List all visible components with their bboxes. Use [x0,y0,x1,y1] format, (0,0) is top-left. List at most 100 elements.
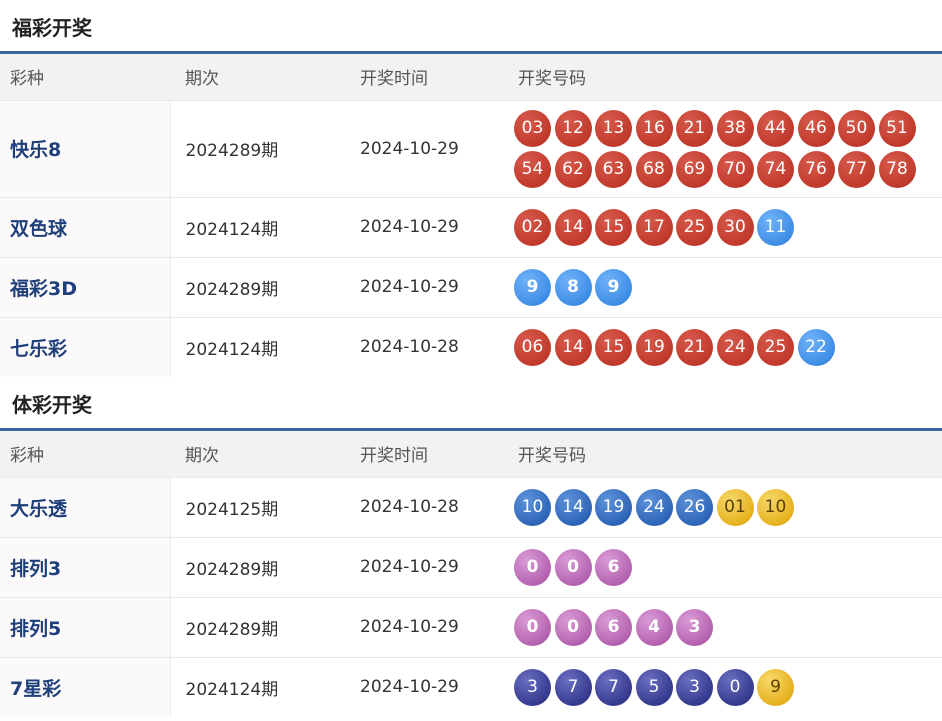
number-ball: 19 [635,328,673,366]
draw-date: 2024-10-29 [345,536,503,597]
number-ball: 25 [757,328,794,366]
number-ball: 15 [595,208,632,246]
number-ball: 74 [757,150,794,188]
lottery-name-link[interactable]: 排列5 [0,596,171,657]
number-ball: 21 [676,109,713,147]
number-ball: 24 [716,328,754,366]
draw-period: 2024289期 [170,256,345,317]
number-ball: 26 [676,488,713,526]
winning-numbers: 02 14 15 17 25 30 11 [503,196,942,257]
ticai-table: 彩种 期次 开奖时间 开奖号码 大乐透 2024125期 2024-10-28 10 1… [0,431,942,717]
number-ball: 6 [595,608,632,646]
number-balls: 989 [514,267,942,308]
ticai-section: 体彩开奖 彩种 期次 开奖时间 开奖号码 大乐透 2024125期 2024-10-… [0,377,942,717]
number-ball: 76 [797,150,835,188]
lottery-name-link[interactable]: 双色球 [0,196,171,257]
number-balls: 006 [514,547,942,588]
header-lottery-type: 彩种 [0,431,170,477]
number-ball: 19 [595,488,632,526]
number-ball: 12 [554,109,592,147]
number-ball: 16 [635,109,673,147]
number-ball: 25 [676,208,713,246]
number-balls: 3775309 [514,667,942,708]
lottery-name-link[interactable]: 7星彩 [0,656,171,717]
number-ball: 8 [554,268,592,306]
number-ball: 51 [878,109,916,147]
draw-date: 2024-10-29 [345,99,503,197]
number-ball: 3 [514,668,551,706]
lottery-name-link[interactable]: 福彩3D [0,256,171,317]
number-ball: 11 [757,208,794,246]
number-ball: 5 [635,668,673,706]
number-ball: 17 [635,208,673,246]
number-ball: 14 [554,208,592,246]
table-row: 福彩3D 2024289期 2024-10-29 9 8 9 [0,256,942,317]
lottery-name-link[interactable]: 快乐8 [0,99,171,197]
lottery-name-link[interactable]: 七乐彩 [0,316,171,377]
number-balls: 06 14 15 19 21 24 25 22 [514,327,942,368]
number-balls: 02 14 15 17 25 30 11 [514,207,942,248]
number-ball: 30 [716,208,754,246]
number-balls: 10 14 19 24 26 01 10 [514,487,942,528]
number-ball: 10 [757,488,794,526]
winning-numbers: 06 14 15 19 21 24 25 22 [503,316,942,377]
table-row: 七乐彩 2024124期 2024-10-28 06 14 15 19 21 24 25 22 [0,316,942,377]
number-ball: 46 [797,109,835,147]
table-row: 双色球 2024124期 2024-10-29 02 14 15 17 25 30 11 [0,196,942,257]
number-ball: 70 [716,150,754,188]
winning-numbers: 10 14 19 24 26 01 10 [503,476,942,537]
draw-date: 2024-10-29 [345,256,503,317]
lottery-name-link[interactable]: 大乐透 [0,476,171,537]
number-ball: 22 [797,328,835,366]
number-ball: 13 [595,109,632,147]
table-row: 快乐8 2024289期 2024-10-29 03 12 13 16 21 38 44 46 50 5… [0,99,942,197]
number-ball: 03 [514,109,551,147]
header-lottery-type: 彩种 [0,54,170,100]
number-ball: 7 [595,668,632,706]
header-numbers: 开奖号码 [503,54,942,100]
table-row: 大乐透 2024125期 2024-10-28 10 14 19 24 26 01 10 [0,476,942,537]
number-ball: 68 [635,150,673,188]
draw-period: 2024125期 [170,476,345,537]
draw-date: 2024-10-29 [345,196,503,257]
number-ball: 21 [676,328,713,366]
lottery-name-link[interactable]: 排列3 [0,536,171,597]
number-ball: 9 [757,668,794,706]
fucai-section: 福彩开奖 彩种 期次 开奖时间 开奖号码 快乐8 2024289期 2024-10-… [0,0,942,377]
number-ball: 01 [716,488,754,526]
winning-numbers: 3775309 [503,656,942,717]
fucai-table: 彩种 期次 开奖时间 开奖号码 快乐8 2024289期 2024-10-29 03 1… [0,54,942,377]
ticai-section-title: 体彩开奖 [0,377,942,431]
number-ball: 69 [676,150,713,188]
number-ball: 4 [635,608,673,646]
number-balls: 00643 [514,607,942,648]
number-ball: 9 [595,268,632,306]
fucai-header-row: 彩种 期次 开奖时间 开奖号码 [0,54,942,100]
winning-numbers: 00643 [503,596,942,657]
winning-numbers: 03 12 13 16 21 38 44 46 50 51 54 62 63 68 69 70 74 76 77 78 [503,99,942,197]
number-ball: 7 [554,668,592,706]
number-ball: 02 [514,208,551,246]
number-ball: 6 [595,548,632,586]
number-ball: 0 [554,548,592,586]
fucai-section-title: 福彩开奖 [0,0,942,54]
draw-date: 2024-10-29 [345,596,503,657]
number-ball: 44 [757,109,794,147]
number-ball: 62 [554,150,592,188]
ticai-header-row: 彩种 期次 开奖时间 开奖号码 [0,431,942,477]
table-row: 排列3 2024289期 2024-10-29 0 0 6 [0,536,942,597]
draw-period: 2024289期 [170,596,345,657]
number-ball: 38 [716,109,754,147]
number-ball: 0 [554,608,592,646]
number-ball: 0 [514,548,551,586]
header-draw-time: 开奖时间 [345,54,503,100]
table-row: 排列5 2024289期 2024-10-29 0 0 6 4 3 [0,596,942,657]
draw-period: 2024289期 [170,99,345,197]
draw-date: 2024-10-28 [345,476,503,537]
table-row: 7星彩 2024124期 2024-10-29 3 7 7 5 3 0 9 [0,656,942,717]
draw-date: 2024-10-29 [345,656,503,717]
number-balls: 03 12 13 16 21 38 44 46 50 51 54 62 63 68 69 70 74 76 77 78 [514,108,942,190]
number-ball: 15 [595,328,632,366]
number-ball: 0 [716,668,754,706]
draw-period: 2024289期 [170,536,345,597]
